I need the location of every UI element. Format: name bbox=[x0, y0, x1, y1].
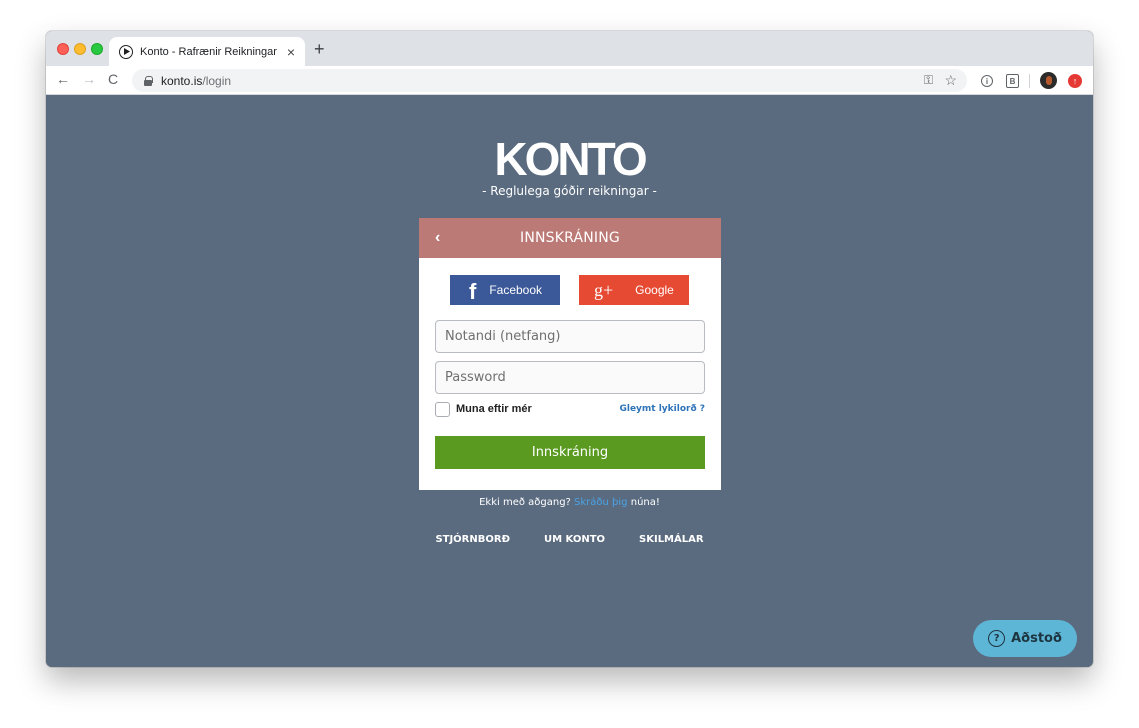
facebook-icon: f bbox=[469, 279, 477, 304]
slogan: - Reglulega góðir reikningar - bbox=[482, 184, 657, 198]
register-prompt: Ekki með aðgang? Skráðu þig núna! bbox=[46, 497, 1093, 508]
browser-tab[interactable]: Konto - Rafrænir Reikningar × bbox=[109, 37, 305, 66]
remember-me-checkbox[interactable] bbox=[435, 402, 450, 417]
url-host: konto.is bbox=[161, 73, 203, 88]
bookmark-extension-icon[interactable]: B bbox=[1006, 74, 1019, 88]
facebook-login-button[interactable]: f Facebook bbox=[450, 275, 560, 305]
browser-toolbar: ← → C konto.is /login ⚿ ☆ i B ↑ bbox=[46, 66, 1093, 95]
remember-me-label[interactable]: Muna eftir mér bbox=[456, 403, 532, 415]
tab-title: Konto - Rafrænir Reikningar bbox=[140, 45, 277, 58]
key-icon[interactable]: ⚿ bbox=[924, 73, 933, 88]
login-card: ‹ INNSKRÁNING f Facebook g+ Google Muna … bbox=[419, 218, 721, 490]
password-input[interactable] bbox=[435, 361, 705, 394]
chevron-left-icon[interactable]: ‹ bbox=[435, 230, 440, 246]
login-title: INNSKRÁNING bbox=[519, 230, 620, 246]
login-page: KONTO - Reglulega góðir reikningar - ‹ I… bbox=[46, 95, 1093, 667]
tab-bar: Konto - Rafrænir Reikningar × + bbox=[46, 31, 1093, 66]
google-label: Google bbox=[635, 283, 674, 297]
toolbar-divider bbox=[1029, 74, 1030, 88]
konto-favicon-icon bbox=[119, 44, 133, 59]
reload-icon[interactable]: C bbox=[108, 72, 118, 86]
back-arrow-icon[interactable]: ← bbox=[56, 72, 70, 86]
register-suffix: núna! bbox=[630, 497, 660, 508]
star-icon[interactable]: ☆ bbox=[944, 72, 957, 89]
close-tab-icon[interactable]: × bbox=[287, 45, 295, 59]
profile-avatar[interactable] bbox=[1040, 72, 1057, 89]
lock-icon bbox=[144, 76, 153, 86]
forgot-password-link[interactable]: Gleymt lykilorð ? bbox=[619, 404, 705, 414]
login-submit-button[interactable]: Innskráning bbox=[435, 436, 705, 469]
konto-logo[interactable]: KONTO bbox=[46, 132, 1093, 186]
footer-link-dashboard[interactable]: STJÓRNBORÐ bbox=[435, 534, 510, 545]
forward-arrow-icon[interactable]: → bbox=[82, 72, 96, 86]
footer-link-about[interactable]: UM KONTO bbox=[544, 534, 605, 545]
username-input[interactable] bbox=[435, 320, 705, 353]
update-icon[interactable]: ↑ bbox=[1068, 74, 1082, 88]
question-icon: ? bbox=[988, 630, 1006, 647]
help-label: Aðstoð bbox=[1011, 631, 1062, 646]
google-login-button[interactable]: g+ Google bbox=[579, 275, 689, 305]
url-path: /login bbox=[202, 73, 232, 88]
address-bar[interactable]: konto.is /login ⚿ ☆ bbox=[132, 69, 967, 92]
register-link[interactable]: Skráðu þig bbox=[574, 497, 628, 508]
facebook-label: Facebook bbox=[489, 283, 543, 297]
info-extension-icon[interactable]: i bbox=[981, 75, 993, 87]
new-tab-button[interactable]: + bbox=[314, 40, 325, 58]
footer-link-terms[interactable]: SKILMÁLAR bbox=[639, 534, 704, 545]
google-plus-icon: g+ bbox=[594, 280, 614, 300]
minimize-window-button[interactable] bbox=[74, 43, 86, 55]
register-prefix: Ekki með aðgang? bbox=[479, 497, 571, 508]
close-window-button[interactable] bbox=[57, 43, 69, 55]
footer-nav: STJÓRNBORÐ UM KONTO SKILMÁLAR bbox=[46, 534, 1093, 545]
login-card-header: ‹ INNSKRÁNING bbox=[419, 218, 721, 258]
help-button[interactable]: ? Aðstoð bbox=[973, 620, 1077, 657]
maximize-window-button[interactable] bbox=[91, 43, 103, 55]
browser-window: Konto - Rafrænir Reikningar × + ← → C ko… bbox=[46, 31, 1093, 667]
